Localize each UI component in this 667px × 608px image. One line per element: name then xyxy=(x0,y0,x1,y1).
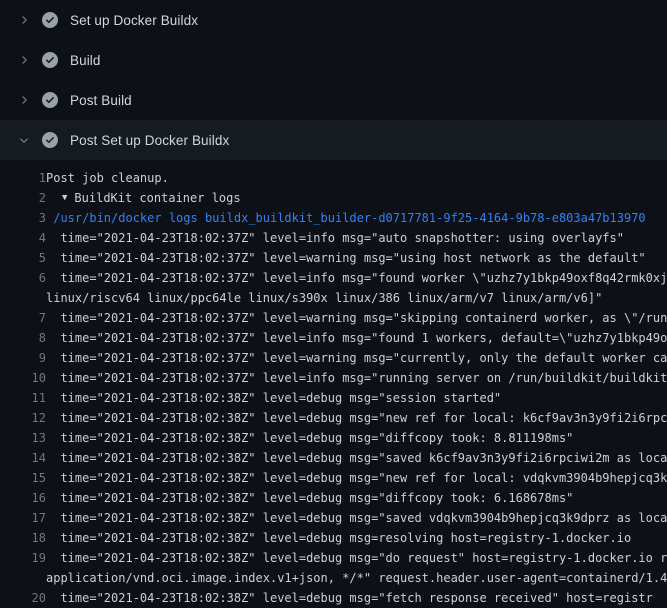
log-line-number[interactable]: 11 xyxy=(0,388,46,408)
log-line-text: time="2021-04-23T18:02:37Z" level=warnin… xyxy=(46,348,667,368)
step-label: Build xyxy=(70,53,101,68)
log-line-number[interactable]: 14 xyxy=(0,448,46,468)
disclosure-icon[interactable]: ▼ xyxy=(62,188,67,208)
check-circle-icon xyxy=(42,52,58,68)
log-line-text: /usr/bin/docker logs buildx_buildkit_bui… xyxy=(46,208,646,228)
log-line-text: time="2021-04-23T18:02:38Z" level=debug … xyxy=(46,408,667,428)
log-line: 3 /usr/bin/docker logs buildx_buildkit_b… xyxy=(0,208,667,228)
log-line-number[interactable]: 13 xyxy=(0,428,46,448)
step-label: Post Build xyxy=(70,93,132,108)
check-circle-icon xyxy=(42,132,58,148)
step-header[interactable]: Set up Docker Buildx xyxy=(0,0,667,40)
log-line: 20 time="2021-04-23T18:02:38Z" level=deb… xyxy=(0,588,667,608)
log-line-text: linux/riscv64 linux/ppc64le linux/s390x … xyxy=(46,288,602,308)
log-line-number[interactable]: 12 xyxy=(0,408,46,428)
step-label: Post Set up Docker Buildx xyxy=(70,133,229,148)
log-line-text: time="2021-04-23T18:02:38Z" level=debug … xyxy=(46,428,573,448)
log-line: 9 time="2021-04-23T18:02:37Z" level=warn… xyxy=(0,348,667,368)
log-line-text: time="2021-04-23T18:02:38Z" level=debug … xyxy=(46,588,653,608)
log-line-text: time="2021-04-23T18:02:38Z" level=debug … xyxy=(46,528,631,548)
check-circle-icon xyxy=(42,92,58,108)
log-line-number[interactable]: 8 xyxy=(0,328,46,348)
log-line: 19 time="2021-04-23T18:02:38Z" level=deb… xyxy=(0,548,667,568)
log-line-number[interactable]: 16 xyxy=(0,488,46,508)
log-line: 8 time="2021-04-23T18:02:37Z" level=info… xyxy=(0,328,667,348)
log-line: 14 time="2021-04-23T18:02:38Z" level=deb… xyxy=(0,448,667,468)
log-line: 17 time="2021-04-23T18:02:38Z" level=deb… xyxy=(0,508,667,528)
log-line: 4 time="2021-04-23T18:02:37Z" level=info… xyxy=(0,228,667,248)
log-line: 16 time="2021-04-23T18:02:38Z" level=deb… xyxy=(0,488,667,508)
log-line-text: time="2021-04-23T18:02:38Z" level=debug … xyxy=(46,488,573,508)
step-header[interactable]: Post Build xyxy=(0,80,667,120)
log-line-number[interactable]: 10 xyxy=(0,368,46,388)
log-line-text: time="2021-04-23T18:02:37Z" level=warnin… xyxy=(46,308,667,328)
step-label: Set up Docker Buildx xyxy=(70,13,198,28)
log-line-number[interactable]: 18 xyxy=(0,528,46,548)
log-line-number[interactable]: 17 xyxy=(0,508,46,528)
log-line-number[interactable]: 19 xyxy=(0,548,46,568)
log-line-number[interactable]: 1 xyxy=(0,168,46,188)
log-line-number[interactable]: 5 xyxy=(0,248,46,268)
log-line-text: application/vnd.oci.image.index.v1+json,… xyxy=(46,568,667,588)
workflow-steps: Set up Docker Buildx Build xyxy=(0,0,667,160)
log-area: 1 Post job cleanup. 2 ▼ BuildKit contain… xyxy=(0,160,667,608)
log-line-number[interactable]: 3 xyxy=(0,208,46,228)
log-line-text: Post job cleanup. xyxy=(46,168,169,188)
chevron-icon xyxy=(16,132,32,148)
log-line-text: time="2021-04-23T18:02:38Z" level=debug … xyxy=(46,388,501,408)
log-line-text: time="2021-04-23T18:02:38Z" level=debug … xyxy=(46,548,667,568)
chevron-icon xyxy=(16,12,32,28)
log-line-number[interactable]: 4 xyxy=(0,228,46,248)
log-line: 12 time="2021-04-23T18:02:38Z" level=deb… xyxy=(0,408,667,428)
log-line-number[interactable] xyxy=(0,288,46,308)
step-header[interactable]: Post Set up Docker Buildx xyxy=(0,120,667,160)
log-line-number[interactable]: 2 xyxy=(0,188,46,208)
log-line: 7 time="2021-04-23T18:02:37Z" level=warn… xyxy=(0,308,667,328)
log-line: 1 Post job cleanup. xyxy=(0,168,667,188)
step-header[interactable]: Build xyxy=(0,40,667,80)
log-line-text: time="2021-04-23T18:02:37Z" level=info m… xyxy=(46,328,667,348)
log-line: 2 ▼ BuildKit container logs xyxy=(0,188,667,208)
log-line-number[interactable]: 6 xyxy=(0,268,46,288)
log-line: 11 time="2021-04-23T18:02:38Z" level=deb… xyxy=(0,388,667,408)
log-line: application/vnd.oci.image.index.v1+json,… xyxy=(0,568,667,588)
log-line-text: time="2021-04-23T18:02:37Z" level=info m… xyxy=(46,228,624,248)
log-line: 13 time="2021-04-23T18:02:38Z" level=deb… xyxy=(0,428,667,448)
chevron-icon xyxy=(16,52,32,68)
log-line-number[interactable]: 7 xyxy=(0,308,46,328)
log-line-text: time="2021-04-23T18:02:37Z" level=info m… xyxy=(46,368,667,388)
log-line-number[interactable]: 15 xyxy=(0,468,46,488)
log-line: linux/riscv64 linux/ppc64le linux/s390x … xyxy=(0,288,667,308)
actions-log-viewer: Set up Docker Buildx Build xyxy=(0,0,667,608)
log-line-text: time="2021-04-23T18:02:38Z" level=debug … xyxy=(46,508,667,528)
log-line-number[interactable] xyxy=(0,568,46,588)
log-line: 5 time="2021-04-23T18:02:37Z" level=warn… xyxy=(0,248,667,268)
log-line-number[interactable]: 20 xyxy=(0,588,46,608)
log-line: 6 time="2021-04-23T18:02:37Z" level=info… xyxy=(0,268,667,288)
chevron-icon xyxy=(16,92,32,108)
log-line-text: time="2021-04-23T18:02:38Z" level=debug … xyxy=(46,448,667,468)
log-line-text: time="2021-04-23T18:02:37Z" level=info m… xyxy=(46,268,667,288)
check-circle-icon xyxy=(42,12,58,28)
log-line-text: time="2021-04-23T18:02:38Z" level=debug … xyxy=(46,468,667,488)
log-line: 15 time="2021-04-23T18:02:38Z" level=deb… xyxy=(0,468,667,488)
log-line: 18 time="2021-04-23T18:02:38Z" level=deb… xyxy=(0,528,667,548)
log-line-text: BuildKit container logs xyxy=(74,188,240,208)
log-line-text: time="2021-04-23T18:02:37Z" level=warnin… xyxy=(46,248,646,268)
log-line: 10 time="2021-04-23T18:02:37Z" level=inf… xyxy=(0,368,667,388)
log-line-number[interactable]: 9 xyxy=(0,348,46,368)
